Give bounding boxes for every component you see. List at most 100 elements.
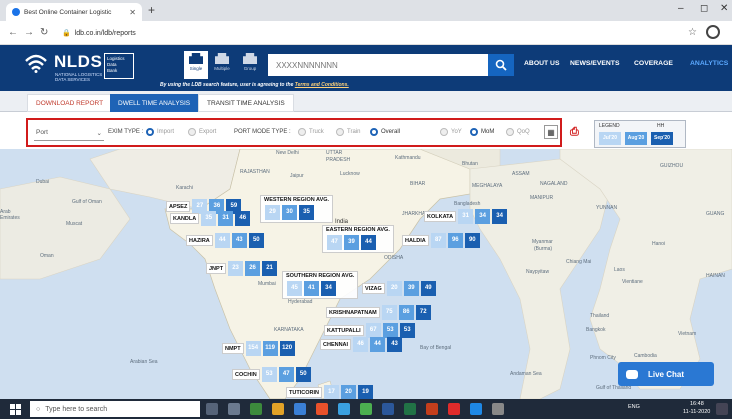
- port-marker-haldia[interactable]: HALDIA 87 96 90: [402, 233, 480, 248]
- dwell-value-box: 44: [370, 337, 386, 352]
- region-name: WESTERN REGION AVG.: [264, 197, 330, 203]
- browser-tab[interactable]: Best Online Container Logistic ✕: [6, 3, 142, 21]
- bookmark-star-icon[interactable]: ☆: [688, 27, 697, 38]
- app-icon[interactable]: [470, 403, 482, 415]
- notification-icon[interactable]: [716, 403, 728, 415]
- map-place-label: RAJASTHAN: [240, 169, 270, 175]
- search-icon: [495, 59, 507, 71]
- period-qoq-radio[interactable]: QoQ: [506, 128, 530, 136]
- port-mode-truck-radio[interactable]: Truck: [298, 128, 324, 136]
- mode-group-button[interactable]: Group: [238, 51, 262, 79]
- region-average-card[interactable]: EASTERN REGION AVG. 47 39 44: [322, 225, 394, 253]
- container-search-input[interactable]: [268, 54, 488, 76]
- task-view-icon[interactable]: [228, 403, 240, 415]
- port-marker-krishnapatnam[interactable]: KRISHNAPATNAM 75 86 72: [326, 305, 431, 320]
- port-mode-train-radio[interactable]: Train: [336, 128, 360, 136]
- tab-dwell-time-analysis[interactable]: DWELL TIME ANALYSIS: [110, 94, 199, 112]
- back-icon[interactable]: ←: [8, 27, 18, 38]
- url-field[interactable]: 🔒 ldb.co.in/ldb/reports: [62, 25, 682, 41]
- app-icon[interactable]: [272, 403, 284, 415]
- dwell-value-box: 75: [381, 305, 397, 320]
- port-marker-kandla[interactable]: KANDLA 35 31 46: [170, 211, 251, 226]
- mode-multiple-button[interactable]: Multiple: [210, 51, 234, 79]
- port-marker-kolkata[interactable]: KOLKATA 31 34 34: [424, 209, 508, 224]
- taskbar-search-field[interactable]: ○ Type here to search: [30, 401, 200, 417]
- calendar-icon[interactable]: ▦: [544, 125, 558, 139]
- pdf-reader-icon[interactable]: [448, 403, 460, 415]
- tray-date[interactable]: 11-11-2020: [683, 409, 710, 415]
- excel-icon[interactable]: [404, 403, 416, 415]
- search-button[interactable]: [488, 54, 514, 76]
- logo-text[interactable]: NLDS: [54, 52, 102, 72]
- port-marker-chennai[interactable]: CHENNAI 46 44 43: [320, 337, 403, 352]
- account-icon[interactable]: [706, 25, 720, 39]
- powerpoint-icon[interactable]: [426, 403, 438, 415]
- chat-bubble-icon: [626, 369, 638, 379]
- word-icon[interactable]: [382, 403, 394, 415]
- mode-label: Single: [189, 66, 203, 71]
- terms-link[interactable]: Terms and Conditions.: [295, 82, 349, 88]
- dwell-value-box: 86: [398, 305, 414, 320]
- dwell-value-box: 53: [382, 323, 398, 338]
- app-icon[interactable]: [338, 403, 350, 415]
- dwell-value-box: 45: [287, 281, 302, 296]
- browser-tab-title: Best Online Container Logistic: [24, 8, 112, 16]
- port-marker-jnpt[interactable]: JNPT 23 26 21: [206, 261, 278, 276]
- port-marker-tuticorin[interactable]: TUTICORIN 17 20 19: [286, 385, 373, 399]
- nav-about-us[interactable]: ABOUT US: [524, 60, 560, 67]
- port-mode-overall-radio[interactable]: Overall: [370, 128, 400, 136]
- restore-icon[interactable]: ◻: [700, 3, 708, 14]
- window-close-icon[interactable]: ✕: [720, 3, 728, 14]
- exim-import-radio[interactable]: Import: [146, 128, 174, 136]
- container-multiple-icon: [215, 53, 229, 64]
- nav-coverage[interactable]: COVERAGE: [634, 60, 673, 67]
- new-tab-icon[interactable]: +: [148, 3, 155, 17]
- app-icon[interactable]: [250, 403, 262, 415]
- mode-single-button[interactable]: Single: [184, 51, 208, 79]
- windows-start-icon[interactable]: [10, 404, 21, 415]
- live-chat-button[interactable]: Live Chat: [618, 362, 714, 386]
- legend-subtitle: HH: [657, 123, 665, 129]
- filter-bar: Port ⌄ EXIM TYPE : Import Export PORT MO…: [26, 118, 562, 147]
- nav-analytics[interactable]: ANALYTICS: [690, 60, 728, 67]
- mic-icon[interactable]: [206, 403, 218, 415]
- exim-type-label: EXIM TYPE :: [108, 129, 144, 135]
- logo-box-line: Bank: [107, 68, 118, 73]
- port-select[interactable]: Port ⌄: [34, 125, 104, 141]
- logo-subtitle: NATIONAL LOGISTICS DATA SERVICES: [55, 72, 103, 82]
- map-place-label: Bhutan: [462, 161, 478, 167]
- map-place-label: NAGALAND: [540, 181, 568, 187]
- reload-icon[interactable]: ↻: [40, 27, 48, 38]
- pdf-download-icon[interactable]: ⎙: [570, 126, 582, 140]
- app-icon[interactable]: [316, 403, 328, 415]
- tab-transit-time-analysis[interactable]: TRANSIT TIME ANALYSIS: [198, 94, 294, 112]
- port-name: COCHIN: [232, 369, 260, 380]
- port-marker-cochin[interactable]: COCHIN 53 47 50: [232, 367, 311, 382]
- port-marker-vizag[interactable]: VIZAG 20 39 49: [362, 281, 436, 296]
- app-icon[interactable]: [492, 403, 504, 415]
- app-icon[interactable]: [294, 403, 306, 415]
- radio-label: Train: [347, 129, 361, 135]
- period-mom-radio[interactable]: MoM: [470, 128, 494, 136]
- map-place-label: Lucknow: [340, 171, 360, 177]
- map-place-label: BIHAR: [410, 181, 426, 187]
- tray-time[interactable]: 16:48: [690, 401, 704, 407]
- period-yoy-radio[interactable]: YoY: [440, 128, 462, 136]
- forward-icon[interactable]: →: [24, 27, 34, 38]
- app-icon[interactable]: [360, 403, 372, 415]
- tray-language[interactable]: ENG: [628, 404, 640, 410]
- port-name: KOLKATA: [424, 211, 457, 222]
- radio-label: Overall: [381, 129, 401, 135]
- map-place-label: UTTAR: [326, 150, 343, 156]
- lock-icon: 🔒: [62, 30, 71, 37]
- port-marker-kattupalli[interactable]: KATTUPALLI 67 53 53: [324, 323, 415, 338]
- port-marker-hazira[interactable]: HAZIRA 44 43 50: [186, 233, 264, 248]
- region-average-card[interactable]: WESTERN REGION AVG. 29 30 35: [260, 195, 334, 223]
- minimize-icon[interactable]: –: [678, 3, 684, 14]
- region-average-card[interactable]: SOUTHERN REGION AVG. 45 41 34: [282, 271, 359, 299]
- nav-news-events[interactable]: NEWS/EVENTS: [570, 60, 619, 67]
- tab-download-report[interactable]: DOWNLOAD REPORT: [27, 94, 113, 112]
- port-marker-nmpt[interactable]: NMPT 154 119 120: [222, 341, 295, 356]
- close-tab-icon[interactable]: ✕: [129, 8, 136, 17]
- exim-export-radio[interactable]: Export: [188, 128, 216, 136]
